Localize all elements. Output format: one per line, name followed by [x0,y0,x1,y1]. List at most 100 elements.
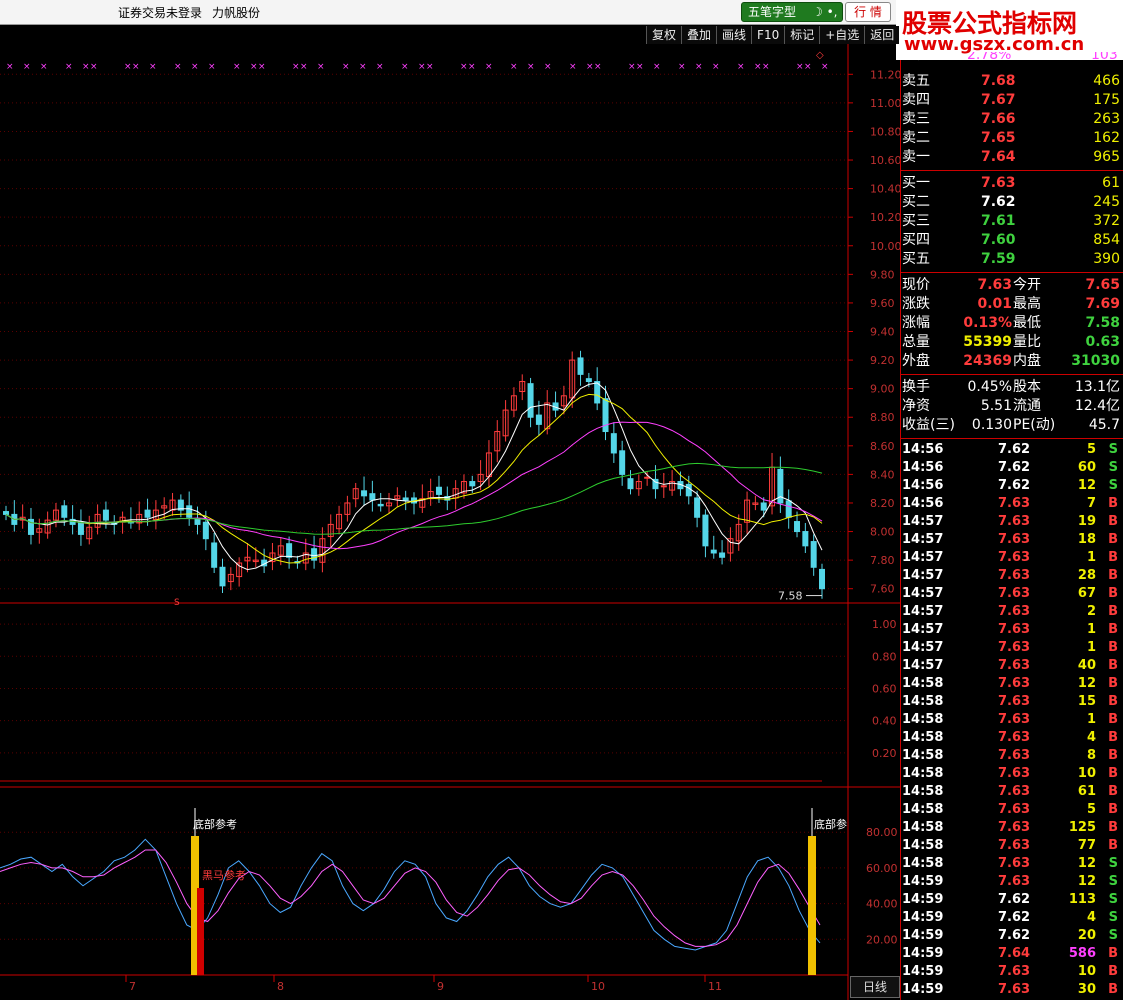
tick-price: 7.63 [998,550,1031,565]
kdj-axis-label: 20.00 [866,933,898,946]
candle-body [435,486,442,495]
signal-cross: × [804,62,812,72]
tick-price: 7.63 [998,496,1031,511]
tick-volume: 12 [1077,676,1096,691]
tick-time: 14:59 [902,982,944,997]
candle-body [602,398,609,433]
stat-label: 外盘 [902,353,930,369]
price-axis-label: 10.40 [870,183,900,196]
kline-chart[interactable]: 11.20 11.00 10.80 10.60 10.40 10.20 10.00 9.80 9… [0,44,900,1000]
signal-cross: × [233,62,241,72]
signal-cross: × [636,62,644,72]
tick-side: B [1108,568,1118,583]
candle-body [286,543,293,558]
tick-price: 7.63 [998,694,1031,709]
tick-volume: 4 [1086,730,1096,745]
kdj-axis-label: 80.00 [866,826,898,839]
tick-time: 14:57 [902,604,944,619]
stat-label: 现价 [902,277,930,293]
fund-label: 收益(三) [902,417,955,433]
tick-time: 14:58 [902,676,944,691]
signal-cross: × [90,62,98,72]
tick-price: 7.62 [998,442,1031,457]
date-label: 10 [591,980,605,993]
signal-cross: × [191,62,199,72]
price-axis-label: 8.80 [870,411,895,424]
bid-row: 买三 7.61 372 [901,212,1123,231]
signal-cross: × [460,62,468,72]
tick-price: 7.63 [998,874,1031,889]
bid-row: 买四 7.60 854 [901,231,1123,250]
overlay-button[interactable]: 叠加 [681,26,717,44]
candle-body [619,450,626,475]
candle-body [211,542,218,568]
bid-label: 买二 [902,194,930,210]
candle-body [102,509,109,521]
ask-volume: 162 [1093,130,1120,146]
fund-label: PE(动) [1013,417,1056,433]
tick-row: 14:58 7.63 12 S [901,855,1123,873]
ask-row: 卖三 7.66 263 [901,110,1123,129]
tick-side: B [1108,838,1118,853]
tick-price: 7.63 [998,676,1031,691]
candle-body [3,511,9,515]
tick-row: 14:57 7.63 28 B [901,567,1123,585]
fund-value: 45.7 [1088,417,1120,433]
stat-row: 现价 7.63 今开 7.65 [901,276,1123,295]
f10-button[interactable]: F10 [751,26,785,44]
bottom-signal-label-2: 底部参 [814,817,847,831]
stat-value: 7.58 [1085,315,1120,331]
signal-cross: × [796,62,804,72]
top-diamond: ◇ [816,50,824,61]
price-axis-label: 9.80 [870,268,895,281]
tick-price: 7.63 [998,982,1031,997]
draw-button[interactable]: 画线 [716,26,752,44]
tick-volume: 15 [1077,694,1096,709]
tick-volume: 5 [1086,442,1096,457]
tick-price: 7.63 [998,658,1031,673]
stat-row: 涨幅 0.13% 最低 7.58 [901,314,1123,333]
price-axis-label: 10.80 [870,125,900,138]
stat-value: 0.01 [977,296,1012,312]
ask-label: 卖一 [902,149,930,165]
divider [901,438,1123,439]
ask-price: 7.65 [981,130,1016,146]
tick-side: S [1108,874,1118,889]
tick-volume: 20 [1077,928,1096,943]
tick-side: B [1108,640,1118,655]
tick-row: 14:57 7.63 67 B [901,585,1123,603]
signal-cross: × [23,62,31,72]
price-axis-label: 7.80 [870,554,895,567]
ask-row: 卖五 7.68 466 [901,72,1123,91]
signal-cross: × [401,62,409,72]
signal-cross: × [594,62,602,72]
price-axis-label: 8.20 [870,497,895,510]
period-tab-daily[interactable]: 日线 [850,976,900,998]
candle-body [660,485,667,488]
vol-axis-label: 0.40 [872,715,897,728]
weibi-row: 委比 2.78% 委差 103 [903,52,1118,63]
tick-row: 14:56 7.62 12 S [901,477,1123,495]
tick-side: S [1108,928,1118,943]
tick-price: 7.63 [998,820,1031,835]
input-method-button[interactable]: 五笔字型 ☽ •, [741,2,843,22]
mark-button[interactable]: 标记 [784,26,820,44]
date-label: 8 [277,980,284,993]
add-watchlist-button[interactable]: +自选 [819,26,865,44]
signal-cross: × [426,62,434,72]
quote-button[interactable]: 行 情 [845,2,891,22]
signal-cross: × [174,62,182,72]
ask-volume: 263 [1093,111,1120,127]
back-button[interactable]: 返回 [864,26,900,44]
stat-row: 总量 55399 量比 0.63 [901,333,1123,352]
fund-row: 净资 5.51 流通 12.4亿 [901,397,1123,416]
signal-cross: × [132,62,140,72]
tick-volume: 18 [1077,532,1096,547]
fuquan-button[interactable]: 复权 [646,26,682,44]
tick-row: 14:56 7.62 60 S [901,459,1123,477]
ma5-line [5,382,823,571]
ask-label: 卖四 [902,92,930,108]
login-status[interactable]: 证券交易未登录 [118,4,202,21]
tick-row: 14:58 7.63 125 B [901,819,1123,837]
tick-row: 14:57 7.63 19 B [901,513,1123,531]
